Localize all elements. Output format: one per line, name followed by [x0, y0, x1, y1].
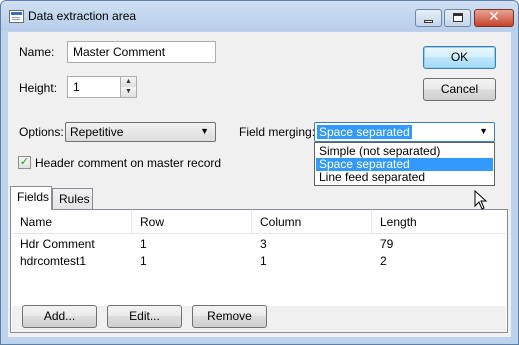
name-label: Name: — [19, 45, 55, 59]
window-icon — [9, 10, 24, 23]
column-header-column[interactable]: Column — [252, 211, 372, 233]
cell-length: 2 — [380, 254, 387, 268]
field-merging-select[interactable]: Space separated ▼ — [314, 122, 495, 142]
column-header-length[interactable]: Length — [372, 211, 502, 233]
table-row[interactable]: hdrcomtest1 1 1 2 — [12, 253, 506, 270]
height-label: Height: — [19, 81, 58, 95]
ok-button[interactable]: OK — [423, 46, 496, 69]
field-merging-dropdown-list: Simple (not separated) Space separated L… — [314, 142, 495, 186]
edit-button[interactable]: Edit... — [107, 305, 182, 328]
add-button[interactable]: Add... — [22, 305, 97, 328]
minimize-button[interactable] — [415, 9, 442, 27]
tab-rules[interactable]: Rules — [52, 188, 93, 209]
table-row[interactable]: Hdr Comment 1 3 79 — [12, 236, 506, 253]
field-merging-label: Field merging: — [239, 125, 316, 139]
maximize-button[interactable] — [444, 9, 471, 27]
cell-column: 1 — [260, 254, 267, 268]
maximize-icon — [453, 13, 463, 22]
close-icon: ✕ — [488, 9, 500, 25]
cell-length: 79 — [380, 237, 394, 251]
cancel-button[interactable]: Cancel — [423, 78, 496, 101]
header-comment-checkbox[interactable]: ✓ — [18, 156, 31, 169]
cell-row: 1 — [140, 237, 147, 251]
title-bar[interactable]: Data extraction area ✕ — [1, 1, 518, 31]
chevron-down-icon: ▼ — [479, 126, 488, 136]
header-comment-label: Header comment on master record — [35, 156, 222, 170]
options-select[interactable]: Repetitive ▼ — [65, 122, 216, 142]
dialog-window: Data extraction area ✕ Name: Master Comm… — [0, 0, 519, 345]
table-header: Name Row Column Length — [12, 211, 506, 234]
height-input[interactable]: 1 — [67, 76, 121, 98]
options-value: Repetitive — [70, 125, 124, 139]
dialog-client-area: Name: Master Comment Height: 1 ▲ ▼ OK Ca… — [8, 32, 511, 337]
options-label: Options: — [19, 125, 64, 139]
cell-column: 3 — [260, 237, 267, 251]
chevron-down-icon: ▼ — [200, 126, 209, 136]
cell-name: hdrcomtest1 — [20, 254, 87, 268]
name-input[interactable]: Master Comment — [67, 41, 216, 63]
close-button[interactable]: ✕ — [474, 9, 514, 27]
checkmark-icon: ✓ — [19, 156, 30, 168]
fields-list: Name Row Column Length Hdr Comment 1 3 7… — [12, 211, 506, 305]
dropdown-option-linefeed[interactable]: Line feed separated — [316, 171, 493, 184]
tab-fields[interactable]: Fields — [10, 186, 52, 210]
field-merging-value: Space separated — [317, 125, 412, 139]
mouse-pointer-icon — [474, 190, 488, 210]
column-header-name[interactable]: Name — [12, 211, 132, 233]
remove-button[interactable]: Remove — [192, 305, 267, 328]
minimize-icon — [424, 20, 433, 23]
spin-down-icon[interactable]: ▼ — [121, 87, 136, 97]
column-header-row[interactable]: Row — [132, 211, 252, 233]
cell-row: 1 — [140, 254, 147, 268]
cell-name: Hdr Comment — [20, 237, 95, 251]
window-title: Data extraction area — [28, 9, 137, 23]
height-spinner: ▲ ▼ — [120, 76, 137, 98]
